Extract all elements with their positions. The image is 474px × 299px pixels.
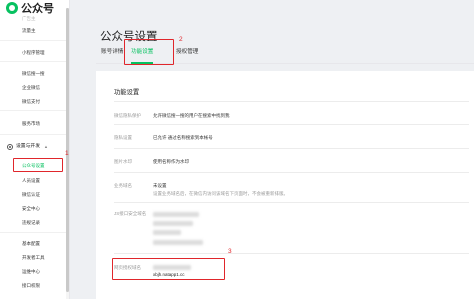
row-divider xyxy=(114,172,469,173)
redacted-text xyxy=(153,230,181,235)
watermark-value: 使用名称作为水印 xyxy=(153,159,189,164)
highlight-box-3 xyxy=(112,258,225,280)
sidebar-item-staff[interactable]: 人员设置 xyxy=(22,178,40,184)
redacted-text xyxy=(153,212,199,217)
annotation-number-2: 2 xyxy=(179,36,183,43)
sidebar-divider xyxy=(0,232,69,233)
sidebar-item-search[interactable]: 微信搜一搜 xyxy=(22,71,45,77)
sidebar-divider xyxy=(0,134,69,135)
sidebar-item-ops-center[interactable]: 运维中心 xyxy=(22,269,40,275)
sidebar-item-service-market[interactable]: 服务市场 xyxy=(22,121,40,127)
panel-divider xyxy=(114,101,469,102)
row-divider xyxy=(114,148,469,149)
tab-account-details[interactable]: 账号详情 xyxy=(101,47,123,55)
annotation-number-1: 1 xyxy=(65,150,69,157)
gear-icon xyxy=(7,144,13,150)
app-logo[interactable]: 公众号 xyxy=(6,1,54,15)
panel-title: 功能设置 xyxy=(114,89,140,96)
highlight-box-2 xyxy=(124,39,174,65)
sidebar-item-security[interactable]: 安全中心 xyxy=(22,206,40,212)
privacy-settings-label: 隐私设置 xyxy=(114,135,132,140)
sidebar-item-basic-config[interactable]: 基本配置 xyxy=(22,241,40,247)
sidebar-item-traffic[interactable]: 流量主 xyxy=(22,28,36,34)
sidebar-item-miniprogram[interactable]: 小程序管理 xyxy=(22,50,45,56)
app-title: 公众号 xyxy=(21,3,54,15)
row-divider xyxy=(114,253,469,254)
privacy-value: 允许微信搜一搜的用户在搜索中找到我 xyxy=(153,113,230,118)
sidebar-item-wepay[interactable]: 微信支付 xyxy=(22,99,40,105)
highlight-box-1 xyxy=(13,158,63,172)
sidebar-divider xyxy=(0,110,69,111)
sidebar-divider xyxy=(0,40,69,41)
wechat-logo-icon xyxy=(6,2,18,14)
sidebar-group-settings[interactable]: 设置与开发 ▲ xyxy=(7,144,48,150)
row-divider xyxy=(114,124,469,125)
privacy-settings-value: 已允许 通过名称搜索到本帐号 xyxy=(153,135,213,140)
tab-authorization[interactable]: 授权管理 xyxy=(176,47,198,55)
redacted-text xyxy=(153,240,203,245)
sidebar-item-violations[interactable]: 违规记录 xyxy=(22,220,40,226)
sidebar-divider xyxy=(0,61,69,62)
row-divider xyxy=(114,202,469,203)
chevron-up-icon: ▲ xyxy=(44,144,48,149)
sidebar-item-dev-tools[interactable]: 开发者工具 xyxy=(22,255,45,261)
annotation-number-3: 3 xyxy=(228,248,232,255)
sidebar-item-verification[interactable]: 微信认证 xyxy=(22,192,40,198)
privacy-label: 微信隐私保护 xyxy=(114,113,141,118)
business-domain-value: 未设置 xyxy=(153,183,167,188)
sidebar-group-label: 设置与开发 xyxy=(16,144,40,149)
js-domain-label: JS接口安全域名 xyxy=(114,211,147,216)
redacted-text xyxy=(153,221,193,226)
sidebar-item-api-permissions[interactable]: 接口权限 xyxy=(22,283,40,289)
business-domain-description: 设置业务域名后，在微信内访问该域名下页面时，不会被重新排版。 xyxy=(153,191,288,196)
business-domain-label: 业务域名 xyxy=(114,183,132,188)
sidebar-item-wework[interactable]: 企业微信 xyxy=(22,85,40,91)
sidebar: 公众号 广告主 流量主 小程序管理 微信搜一搜 企业微信 微信支付 服务市场 设… xyxy=(0,0,70,299)
watermark-label: 图片水印 xyxy=(114,159,132,164)
sidebar-item-advertiser[interactable]: 广告主 xyxy=(22,16,36,22)
